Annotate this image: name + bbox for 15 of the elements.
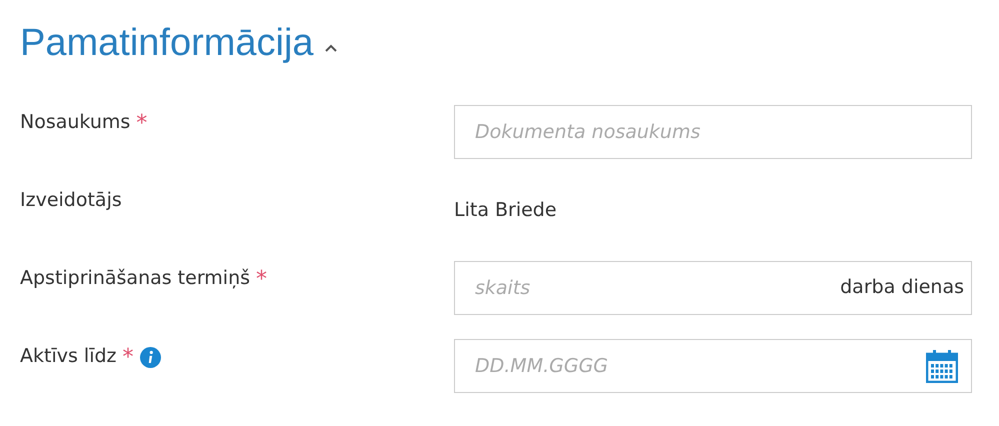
info-icon[interactable]	[140, 347, 161, 368]
section-title: Pamatinformācija	[20, 22, 314, 65]
field-label: Aktīvs līdz	[20, 345, 117, 367]
chevron-icon[interactable]	[324, 42, 338, 52]
field-label: Izveidotājs	[20, 189, 122, 211]
required-mark: *	[136, 111, 148, 136]
field-label: Apstiprināšanas termiņš	[20, 267, 250, 289]
date-field[interactable]: DD.MM.GGGG	[454, 339, 972, 393]
field-label: Nosaukums	[20, 111, 130, 133]
unit-label: darba dienas	[840, 276, 964, 298]
required-mark: *	[256, 267, 268, 292]
calendar-icon[interactable]	[926, 349, 958, 383]
field-value: Lita Briede	[454, 199, 557, 221]
input-field[interactable]: Dokumenta nosaukums	[454, 105, 972, 159]
required-mark: *	[122, 345, 134, 370]
